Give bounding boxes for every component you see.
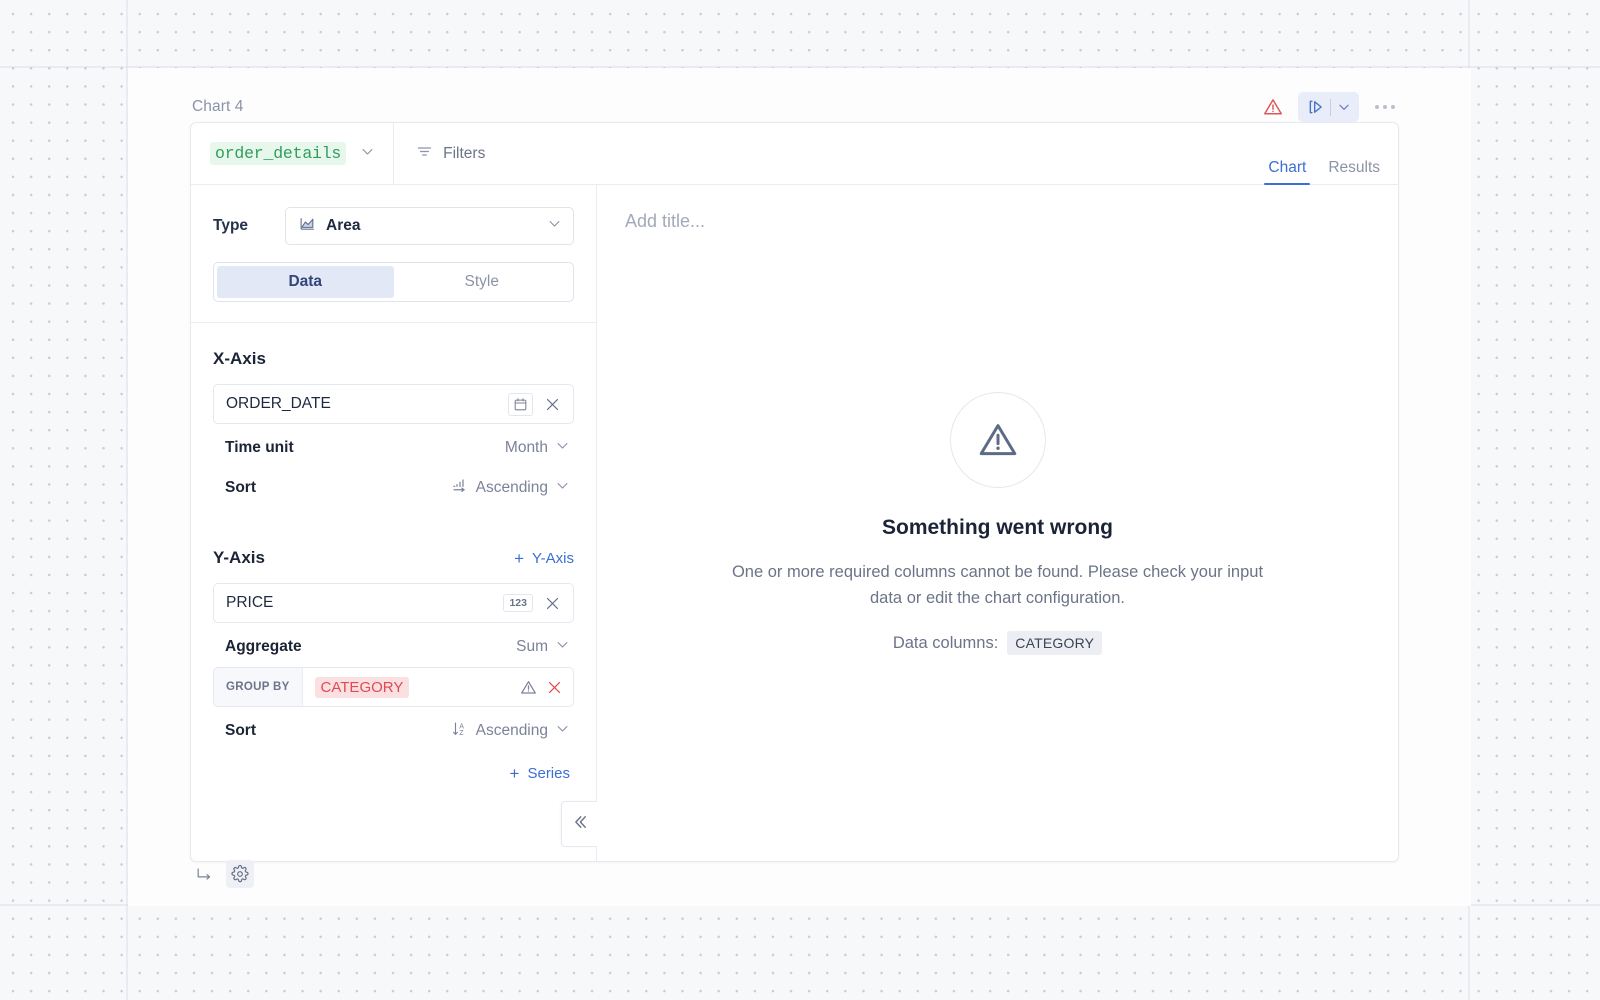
sort-numeric-ascending-icon [451, 477, 469, 500]
y-axis-field-name: PRICE [226, 594, 274, 611]
aggregate-select[interactable]: Sum [516, 637, 570, 657]
x-axis-field-name: ORDER_DATE [226, 395, 331, 412]
dataset-selector[interactable]: order_details [191, 123, 395, 184]
run-play-icon[interactable] [1300, 92, 1330, 122]
gear-icon[interactable] [226, 860, 254, 888]
config-header: Type Area Data Style [191, 185, 596, 323]
chart-editor-panel: order_details Filters Chart Results Type… [190, 122, 1399, 862]
group-by-remove-button[interactable] [541, 674, 567, 700]
chart-type-row: Type Area [213, 207, 574, 245]
add-y-axis-button[interactable]: + Y-Axis [514, 550, 574, 567]
plus-icon: + [509, 764, 520, 783]
card-footer [190, 860, 254, 888]
y-axis-remove-button[interactable] [539, 590, 565, 616]
x-axis-sort-row: Sort Ascending [213, 468, 574, 508]
group-by-sort-label: Sort [225, 722, 256, 739]
segment-data[interactable]: Data [217, 266, 394, 298]
chevron-down-icon [555, 637, 570, 657]
card-actions-toolbar [1260, 92, 1400, 122]
x-axis-remove-button[interactable] [539, 391, 565, 417]
sort-alpha-ascending-icon: A Z [451, 720, 469, 743]
calendar-icon [508, 392, 533, 416]
x-axis-title: X-Axis [213, 349, 266, 368]
warning-triangle-icon [949, 391, 1046, 488]
group-by-field-name: CATEGORY [314, 676, 410, 698]
chart-type-value: Area [326, 217, 361, 234]
x-axis-sort-select[interactable]: Ascending [451, 477, 570, 500]
add-y-axis-label: Y-Axis [532, 549, 574, 567]
tab-results[interactable]: Results [1326, 159, 1382, 185]
chevron-down-icon [547, 216, 562, 236]
panel-tabs: Chart Results [1264, 123, 1398, 185]
branch-arrow-icon[interactable] [190, 860, 218, 888]
preview-column: Add title... Something went wrong One or… [597, 185, 1398, 861]
area-chart-icon [299, 215, 316, 237]
chevron-down-icon [555, 478, 570, 498]
chevron-down-icon [360, 144, 375, 164]
y-axis-section-header: Y-Axis + Y-Axis [213, 548, 574, 568]
chart-title-input[interactable]: Add title... [597, 185, 1398, 232]
config-column: Type Area Data Style X-Axis ORDER_DATE T… [191, 185, 597, 861]
aggregate-row: Aggregate Sum [213, 627, 574, 667]
panel-topbar: order_details Filters Chart Results [191, 123, 1398, 185]
group-by-sort-row: Sort A Z Ascending [213, 711, 574, 751]
chevron-down-icon [555, 438, 570, 458]
chevron-down-icon[interactable] [1331, 92, 1357, 122]
time-unit-label: Time unit [225, 439, 294, 456]
x-axis-field[interactable]: ORDER_DATE [213, 384, 574, 424]
plus-icon: + [514, 548, 525, 568]
warning-triangle-icon[interactable] [1260, 94, 1286, 120]
data-style-segmented-control: Data Style [213, 262, 574, 302]
chart-card: Chart 4 order_details Filters Chart Resu… [128, 68, 1471, 906]
y-axis-title: Y-Axis [213, 548, 265, 567]
segment-style[interactable]: Style [394, 266, 571, 298]
chart-type-label: Type [213, 217, 249, 234]
group-by-label: GROUP BY [214, 668, 303, 706]
run-button-group [1297, 92, 1359, 122]
numeric-type-badge: 123 [503, 593, 533, 613]
aggregate-value: Sum [516, 638, 548, 655]
tab-chart[interactable]: Chart [1264, 159, 1311, 185]
error-description: One or more required columns cannot be f… [731, 562, 1264, 607]
double-chevron-left-icon [571, 813, 589, 836]
filter-icon [416, 143, 433, 165]
data-columns-value: CATEGORY [1007, 631, 1103, 656]
kebab-more-icon[interactable] [1371, 99, 1400, 116]
x-axis-sort-label: Sort [225, 479, 256, 496]
error-data-columns: Data columns: CATEGORY [892, 631, 1103, 656]
time-unit-value: Month [504, 439, 548, 456]
x-axis-time-unit-row: Time unit Month [213, 428, 574, 468]
error-title: Something went wrong [882, 515, 1113, 539]
error-state: Something went wrong One or more require… [597, 232, 1398, 861]
group-by-field[interactable]: GROUP BY CATEGORY [213, 667, 574, 707]
group-by-sort-select[interactable]: A Z Ascending [451, 720, 570, 743]
group-by-sort-value: Ascending [475, 722, 548, 739]
add-series-label: Series [527, 765, 570, 782]
svg-text:Z: Z [459, 729, 464, 737]
y-axis-field[interactable]: PRICE 123 [213, 583, 574, 623]
canvas-background: Chart 4 order_details Filters Chart Resu… [0, 0, 1600, 1000]
card-title: Chart 4 [192, 98, 244, 115]
aggregate-label: Aggregate [225, 638, 302, 655]
add-series-button[interactable]: + Series [510, 765, 570, 782]
time-unit-select[interactable]: Month [505, 438, 570, 458]
x-axis-sort-value: Ascending [475, 479, 548, 496]
filters-label: Filters [443, 144, 486, 162]
config-scroll-area: X-Axis ORDER_DATE Time unit Month Sort A… [191, 323, 596, 861]
filters-button[interactable]: Filters [394, 123, 507, 184]
chevron-down-icon [555, 721, 570, 741]
warning-triangle-icon[interactable] [515, 674, 541, 700]
x-axis-section-header: X-Axis [213, 349, 574, 369]
dataset-name: order_details [210, 142, 347, 165]
chart-type-select[interactable]: Area [285, 207, 574, 245]
panel-body: Type Area Data Style X-Axis ORDER_DATE T… [191, 185, 1398, 861]
collapse-panel-button[interactable] [561, 801, 597, 847]
data-columns-label: Data columns: [892, 633, 999, 652]
add-series-row: + Series [213, 751, 574, 782]
